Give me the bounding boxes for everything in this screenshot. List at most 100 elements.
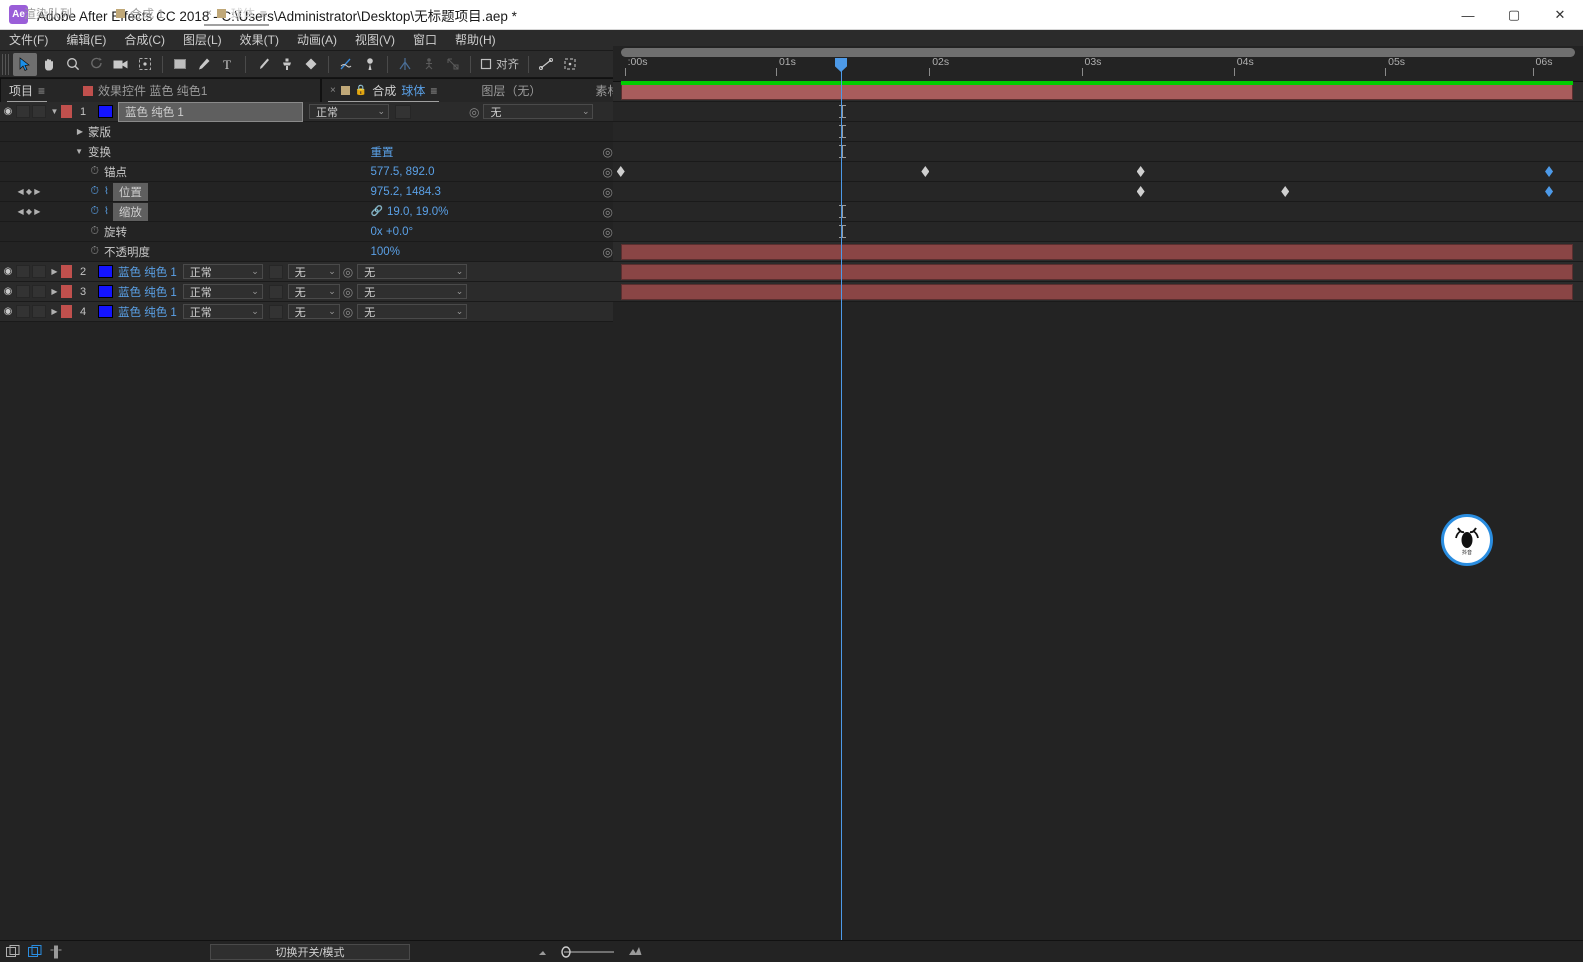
eraser-tool-icon[interactable] [299,53,323,76]
layer-switches-toggle-icon[interactable] [6,945,20,958]
property-stopwatch-icon[interactable]: ⏱ [90,245,99,258]
timeline-zoom-slider[interactable] [538,945,642,958]
property-value-cell[interactable]: 100% [371,246,567,258]
layer-duration-bar[interactable] [621,264,1573,280]
expression-swirl-icon[interactable]: ◎ [603,145,613,159]
property-value-cell[interactable]: 975.2, 1484.3 [371,186,567,198]
layer-solo-toggle[interactable] [32,105,46,118]
property-value[interactable]: 0x +0.0° [371,226,414,238]
toggle-switches-modes-button[interactable]: 切换开关/模式 [210,943,410,960]
layer-visibility-toggle[interactable]: ◉ [0,266,16,277]
layer-blend-mode[interactable]: 正常 ⌄ [182,284,263,299]
property-disclosure-triangle[interactable]: ▶ [77,127,83,136]
timeline-track-row[interactable] [613,81,1583,102]
timeline-property-row[interactable]: ⏱ 不透明度 100% ◎ [0,242,613,262]
timeline-property-row[interactable]: ▼ 变换 重置 ◎ [0,142,613,162]
timeline-track-row[interactable] [613,202,1583,222]
panel-menu-icon[interactable]: ≡ [260,7,267,21]
timeline-track-row[interactable] [613,282,1583,302]
timeline-ruler[interactable]: :00s 01s 02s 03s 04s 05s 06s [613,46,1583,82]
anchor-point-icon[interactable] [393,53,417,76]
menu-item-8[interactable]: 帮助(H) [446,30,505,51]
snapping-toggle[interactable]: 对齐 [476,56,523,72]
brush-tool-icon[interactable] [251,53,275,76]
layer-blend-mode[interactable]: 正常 ⌄ [182,304,263,319]
menu-item-4[interactable]: 效果(T) [231,30,288,51]
menu-item-6[interactable]: 视图(V) [346,30,404,51]
roto-brush-tool-icon[interactable] [334,53,358,76]
close-tab-icon[interactable]: × [330,85,336,96]
property-name[interactable]: 旋转 [104,224,127,240]
property-value-cell[interactable]: 0x +0.0° [371,226,567,238]
keyframe-marker[interactable] [1545,186,1554,197]
layer-track-matte[interactable] [395,104,469,119]
layer-track-matte[interactable]: 无 ⌄ [268,304,343,319]
layer-audio-toggle[interactable] [16,285,30,298]
pan-behind-tool-icon[interactable] [133,53,157,76]
tab-composition-spherical[interactable]: × 🔒 合成 球体 ≡ [322,79,445,103]
menu-item-3[interactable]: 图层(L) [174,30,231,51]
timeline-track-row[interactable] [613,262,1583,282]
menu-item-7[interactable]: 窗口 [404,30,446,51]
layer-source-name[interactable]: 蓝色 纯色 1 [118,304,177,320]
layer-color-chip[interactable] [61,305,72,318]
pen-tool-icon[interactable] [192,53,216,76]
property-value[interactable]: 19.0, 19.0% [387,206,448,218]
layer-source-name[interactable]: 蓝色 纯色 1 [118,264,177,280]
layer-disclosure-triangle[interactable]: ▶ [48,267,61,276]
timeline-track-row[interactable] [613,122,1583,142]
tab-effect-controls[interactable]: 效果控件 蓝色 纯色1 [75,79,215,103]
property-value[interactable]: 重置 [371,144,394,160]
layer-color-chip[interactable] [61,105,72,118]
timeline-property-row[interactable]: ◀ ◆ ▶ ⏱ ⌇ 缩放 🔗 19.0, 19.0% ◎ [0,202,613,222]
expression-swirl-icon[interactable]: ◎ [343,285,353,299]
layer-source-name[interactable]: 蓝色 纯色 1 [118,284,177,300]
text-tool-icon[interactable]: T [216,53,240,76]
property-value-cell[interactable]: 重置 [371,144,567,160]
layer-duration-bar[interactable] [621,84,1573,100]
zoom-tool-icon[interactable] [61,53,85,76]
property-name[interactable]: 变换 [88,144,111,160]
timeline-layer-list[interactable]: ◉ ▼ 1 蓝色 纯色 1 正常 ⌄ ◎ 无 ⌄ ▶ 蒙版 ▼ 变换 重置 ◎ ⏱ 锚点 577.5, 892.0… [0,102,613,940]
layer-parent-dropdown[interactable]: 无 ⌄ [357,264,468,279]
timeline-track-row[interactable] [613,242,1583,262]
layer-track-matte[interactable]: 无 ⌄ [268,264,343,279]
layer-audio-toggle[interactable] [16,105,30,118]
track-matte-dropdown[interactable]: 无 ⌄ [287,264,340,279]
layer-duration-bar[interactable] [621,284,1573,300]
property-value[interactable]: 577.5, 892.0 [371,166,435,178]
layer-solo-toggle[interactable] [32,305,46,318]
timeline-layer-row[interactable]: ◉ ▶ 3 蓝色 纯色 1 正常 ⌄ 无 ⌄ ◎ 无 ⌄ [0,282,613,302]
layer-duration-bar[interactable] [621,244,1573,260]
timeline-track-row[interactable] [613,182,1583,202]
layer-solo-toggle[interactable] [32,285,46,298]
timeline-tab-0[interactable]: 渲染队列 [16,2,80,26]
layer-color-chip[interactable] [61,285,72,298]
layer-source-name[interactable]: 蓝色 纯色 1 [118,102,303,122]
property-value-cell[interactable]: 577.5, 892.0 [371,166,567,178]
in-out-panel-toggle-icon[interactable] [50,945,62,959]
hand-tool-icon[interactable] [37,53,61,76]
rotation-tool-icon[interactable] [85,53,109,76]
expression-swirl-icon[interactable]: ◎ [603,225,613,239]
scale-icon[interactable] [441,53,465,76]
property-value[interactable]: 975.2, 1484.3 [371,186,441,198]
layer-disclosure-triangle[interactable]: ▼ [48,107,61,116]
link-icon[interactable]: 🔗 [371,206,383,217]
layer-audio-toggle[interactable] [16,305,30,318]
keyframe-marker[interactable] [1281,186,1290,197]
property-value-cell[interactable]: 🔗 19.0, 19.0% [371,206,567,218]
transfer-controls-toggle-icon[interactable] [28,945,42,958]
keyframe-marker[interactable] [1136,166,1145,177]
timeline-tab-2[interactable]: × 球体 ≡ [198,2,275,26]
layer-disclosure-triangle[interactable]: ▶ [48,287,61,296]
clone-stamp-tool-icon[interactable] [275,53,299,76]
keyframe-marker[interactable] [1136,186,1145,197]
graph-icon[interactable] [534,53,558,76]
expression-swirl-icon[interactable]: ◎ [603,185,613,199]
expression-swirl-icon[interactable]: ◎ [343,265,353,279]
tab-project[interactable]: 项目 ≡ [1,79,53,103]
expression-swirl-icon[interactable]: ◎ [603,245,613,259]
keyframe-navigator[interactable]: ◀ ◆ ▶ [0,207,58,216]
property-stopwatch-icon[interactable]: ⏱ [90,225,99,238]
